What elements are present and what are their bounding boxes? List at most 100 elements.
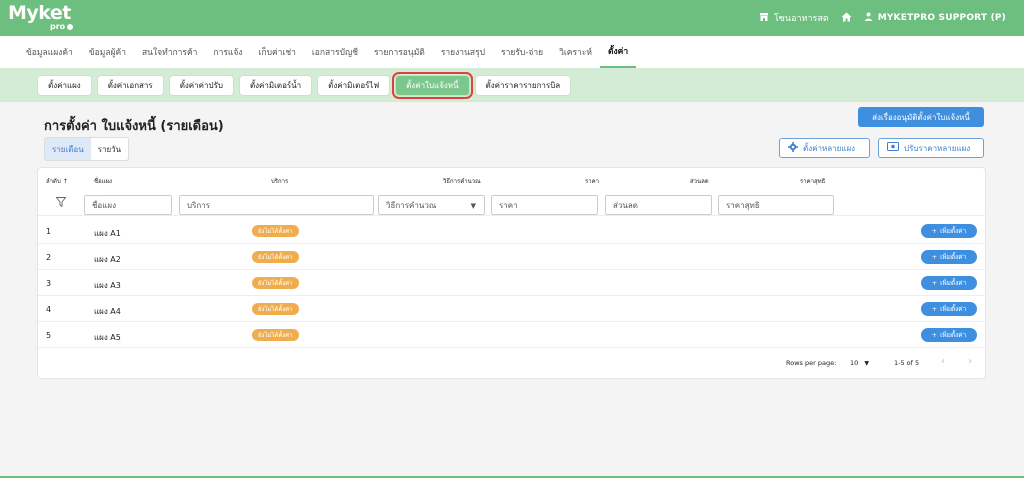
header-discount: ส่วนลด — [690, 178, 709, 185]
page-title: การตั้งค่า ใบแจ้งหนี้ (รายเดือน) — [44, 119, 224, 134]
add-setting-button[interactable]: + เพิ่มตั้งค่า — [921, 328, 977, 342]
caret-down-icon: ▼ — [864, 360, 869, 367]
branch-selector[interactable]: โซนอาหารสด — [759, 11, 829, 25]
row-stall-name: แผง A3 — [94, 281, 121, 290]
sort-arrow-up-icon: ↑ — [62, 178, 68, 185]
filter-service-input[interactable]: บริการ — [179, 195, 374, 215]
plus-icon: + — [931, 279, 938, 287]
page-range: 1-5 of 5 — [894, 359, 920, 367]
row-stall-name: แผง A2 — [94, 255, 121, 264]
home-icon[interactable] — [841, 12, 852, 25]
bulk-price-button[interactable]: ปรับราคาหลายแผง — [878, 138, 984, 158]
header-order[interactable]: ลำดับ ↑ — [46, 176, 68, 186]
status-badge: ยังไม่ได้ตั้งค่า — [252, 277, 299, 289]
bulk-settings-button[interactable]: ตั้งค่าหลายแผง — [779, 138, 870, 158]
nav-stall-info[interactable]: ข้อมูลแผงค้า — [18, 36, 81, 68]
row-number: 1 — [46, 227, 52, 236]
row-number: 5 — [46, 331, 52, 340]
caret-down-icon: ▼ — [470, 202, 476, 210]
logo-sub-text: pro — [50, 22, 66, 31]
pagination: Rows per page: 10 ▼ 1-5 of 5 ‹ › — [38, 348, 985, 374]
header-price: ราคา — [585, 178, 599, 185]
status-badge: ยังไม่ได้ตั้งค่า — [252, 329, 299, 341]
status-badge: ยังไม่ได้ตั้งค่า — [252, 303, 299, 315]
app-logo[interactable]: Myket — [8, 3, 71, 23]
invoice-settings-table: ลำดับ ↑ ชื่อแผง บริการ วิธีการคำนวณ ราคา… — [38, 168, 985, 378]
header-method: วิธีการคำนวณ — [443, 178, 481, 185]
filter-method-value: วิธีการคำนวณ — [386, 200, 437, 210]
logo-dot-icon — [67, 23, 74, 30]
tab-document-settings[interactable]: ตั้งค่าเอกสาร — [97, 75, 163, 95]
rows-per-page-select[interactable]: 10 ▼ — [850, 359, 869, 367]
branch-name: โซนอาหารสด — [773, 14, 829, 24]
tab-water-meter-settings[interactable]: ตั้งค่ามิเตอร์น้ำ — [239, 75, 312, 95]
tab-stall-settings[interactable]: ตั้งค่าแผง — [38, 75, 91, 95]
filter-method-select[interactable]: วิธีการคำนวณ ▼ — [378, 195, 485, 215]
price-adjust-icon — [887, 142, 899, 154]
toggle-daily[interactable]: รายวัน — [91, 138, 128, 160]
row-number: 4 — [46, 305, 52, 314]
status-badge: ยังไม่ได้ตั้งค่า — [252, 251, 299, 263]
plus-icon: + — [931, 253, 938, 261]
nav-income-expense[interactable]: รายรับ-จ่าย — [493, 36, 551, 68]
add-setting-button[interactable]: + เพิ่มตั้งค่า — [921, 224, 977, 238]
bulk-settings-label: ตั้งค่าหลายแผง — [803, 143, 856, 153]
status-badge: ยังไม่ได้ตั้งค่า — [252, 225, 299, 237]
table-row: 2 แผง A2 ยังไม่ได้ตั้งค่า + เพิ่มตั้งค่า — [38, 244, 985, 270]
next-page-icon[interactable]: › — [968, 356, 972, 367]
filter-name-input[interactable]: ชื่อแผง — [84, 195, 172, 215]
store-icon — [759, 12, 769, 25]
user-name: MYKETPRO SUPPORT (P) — [877, 13, 1006, 23]
gear-icon — [788, 141, 798, 155]
nav-settings[interactable]: ตั้งค่า — [600, 36, 637, 68]
bulk-price-label: ปรับราคาหลายแผง — [904, 143, 971, 153]
row-stall-name: แผง A4 — [94, 307, 121, 316]
nav-approvals[interactable]: รายการอนุมัติ — [366, 36, 433, 68]
main-nav: ข้อมูลแผงค้า ข้อมูลผู้ค้า สนใจทำการค้า ก… — [0, 36, 1024, 68]
prev-page-icon[interactable]: ‹ — [941, 356, 945, 367]
row-number: 2 — [46, 253, 52, 262]
header-service: บริการ — [271, 178, 289, 185]
filter-icon[interactable] — [55, 197, 67, 210]
tab-fine-settings[interactable]: ตั้งค่าค่าปรับ — [169, 75, 233, 95]
nav-analytics[interactable]: วิเคราะห์ — [551, 36, 600, 68]
period-toggle: รายเดือน รายวัน — [44, 137, 130, 161]
nav-accounting-docs[interactable]: เอกสารบัญชี — [304, 36, 366, 68]
filter-net-input[interactable]: ราคาสุทธิ — [718, 195, 834, 215]
filter-price-input[interactable]: ราคา — [491, 195, 598, 215]
nav-summary-report[interactable]: รายงานสรุป — [433, 36, 493, 68]
header-name: ชื่อแผง — [94, 178, 112, 185]
tab-invoice-settings[interactable]: ตั้งค่าใบแจ้งหนี้ — [392, 71, 473, 99]
nav-collect-rent[interactable]: เก็บค่าเช่า — [251, 36, 304, 68]
header-net: ราคาสุทธิ — [800, 178, 826, 185]
rows-per-page-label: Rows per page: — [786, 359, 837, 367]
toggle-monthly[interactable]: รายเดือน — [45, 138, 91, 160]
row-stall-name: แผง A1 — [94, 229, 121, 238]
filter-discount-input[interactable]: ส่วนลด — [605, 195, 712, 215]
tab-bill-price-settings[interactable]: ตั้งค่าราคารายการบิล — [475, 75, 571, 95]
table-header: ลำดับ ↑ ชื่อแผง บริการ วิธีการคำนวณ ราคา… — [38, 168, 985, 190]
table-row: 1 แผง A1 ยังไม่ได้ตั้งค่า + เพิ่มตั้งค่า — [38, 218, 985, 244]
add-setting-button[interactable]: + เพิ่มตั้งค่า — [921, 302, 977, 316]
settings-sub-nav: ตั้งค่าแผง ตั้งค่าเอกสาร ตั้งค่าค่าปรับ … — [0, 68, 1024, 102]
row-number: 3 — [46, 279, 52, 288]
plus-icon: + — [931, 305, 938, 313]
table-row: 5 แผง A5 ยังไม่ได้ตั้งค่า + เพิ่มตั้งค่า — [38, 322, 985, 348]
nav-notifications[interactable]: การแจ้ง — [205, 36, 250, 68]
tab-electric-meter-settings[interactable]: ตั้งค่ามิเตอร์ไฟ — [318, 75, 390, 95]
top-bar: Myket pro โซนอาหารสด MYKETPRO SUPPORT (P… — [0, 0, 1024, 36]
add-setting-button[interactable]: + เพิ่มตั้งค่า — [921, 276, 977, 290]
nav-merchant-info[interactable]: ข้อมูลผู้ค้า — [81, 36, 134, 68]
filter-row: ชื่อแผง บริการ วิธีการคำนวณ ▼ ราคา ส่วนล… — [38, 192, 985, 216]
add-setting-button[interactable]: + เพิ่มตั้งค่า — [921, 250, 977, 264]
user-menu[interactable]: MYKETPRO SUPPORT (P) — [864, 12, 1006, 24]
user-icon — [864, 12, 873, 24]
app-logo-sub: pro — [50, 22, 74, 31]
table-row: 3 แผง A3 ยังไม่ได้ตั้งค่า + เพิ่มตั้งค่า — [38, 270, 985, 296]
plus-icon: + — [931, 227, 938, 235]
submit-approval-button[interactable]: ส่งเรื่องอนุมัติตั้งค่าใบแจ้งหนี้ — [858, 107, 984, 127]
nav-interested[interactable]: สนใจทำการค้า — [134, 36, 205, 68]
row-stall-name: แผง A5 — [94, 333, 121, 342]
plus-icon: + — [931, 331, 938, 339]
table-row: 4 แผง A4 ยังไม่ได้ตั้งค่า + เพิ่มตั้งค่า — [38, 296, 985, 322]
